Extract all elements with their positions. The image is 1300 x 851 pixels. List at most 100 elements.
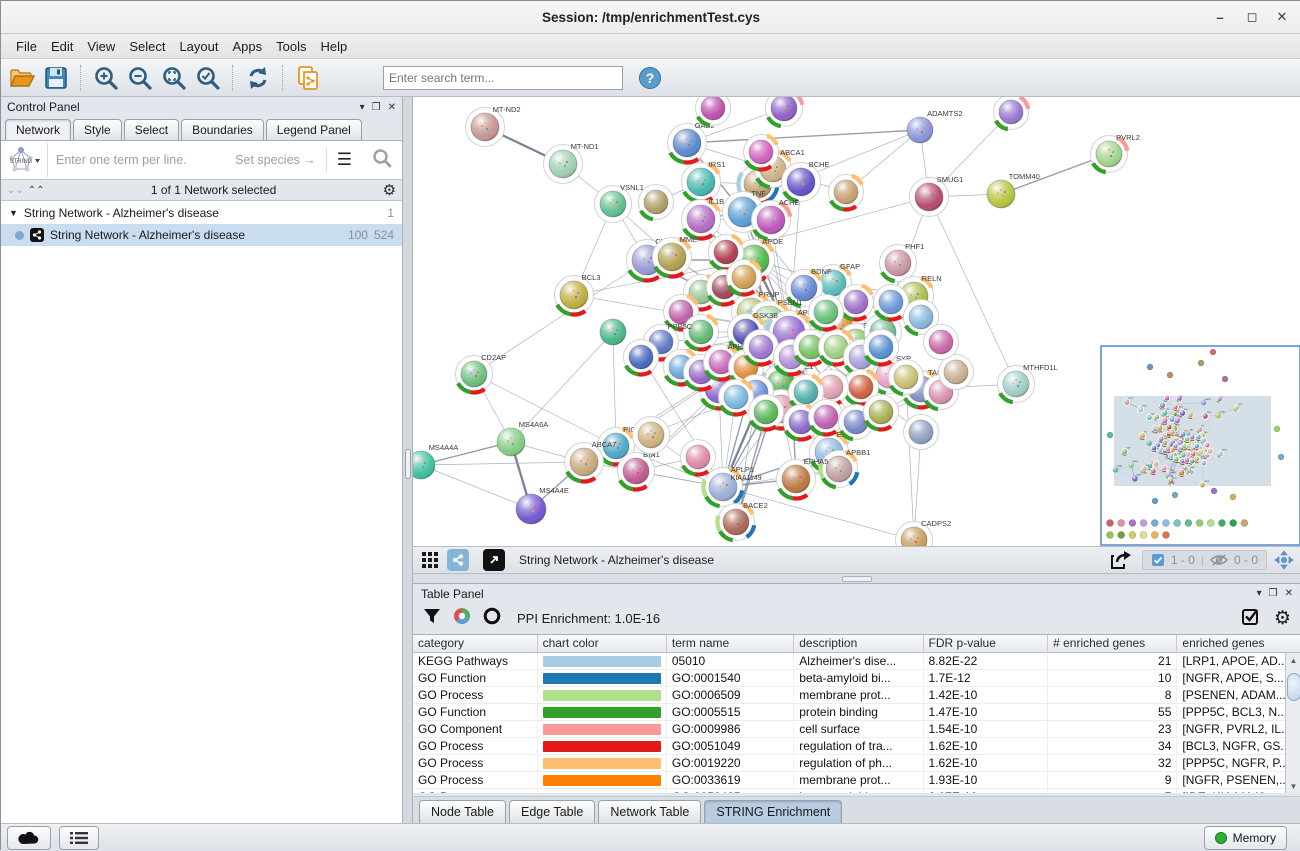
network-node[interactable] xyxy=(639,185,674,220)
zoom-fit-button[interactable] xyxy=(159,63,189,93)
scroll-down-icon[interactable]: ▼ xyxy=(1286,779,1300,793)
refresh-button[interactable] xyxy=(243,63,273,93)
table-row[interactable]: GO ProcessGO:0006509membrane prot...1.42… xyxy=(413,687,1300,704)
string-search-icon[interactable] xyxy=(362,148,402,173)
panel-undock-icon[interactable]: ❒ xyxy=(1269,588,1278,599)
maximize-button[interactable]: ◻ xyxy=(1243,9,1261,25)
search-input[interactable] xyxy=(383,66,623,90)
task-list-button[interactable] xyxy=(59,826,99,850)
string-menu-icon[interactable]: ☰ xyxy=(326,148,362,172)
zoom-selected-button[interactable] xyxy=(193,63,223,93)
collapse-all-icon[interactable]: ⌄⌄ xyxy=(7,185,24,196)
tab-boundaries[interactable]: Boundaries xyxy=(181,119,264,140)
network-node-adamts2[interactable]: ADAMTS2 xyxy=(907,109,963,143)
network-node-ms4a4e[interactable]: MS4A4E xyxy=(516,486,569,524)
column-header-chart-color[interactable]: chart color xyxy=(538,635,667,653)
panel-float-icon[interactable]: ▾ xyxy=(360,102,365,113)
network-node[interactable] xyxy=(766,97,803,127)
network-canvas[interactable]: MT-ND2MT-ND1VSNL1GAB2IRS1CHATABCA1BCHEIL… xyxy=(413,97,1300,546)
tab-string-enrichment[interactable]: STRING Enrichment xyxy=(704,800,842,823)
panel-float-icon[interactable]: ▾ xyxy=(1257,588,1262,599)
table-row[interactable]: GO ComponentGO:0009986cell surface1.54E-… xyxy=(413,721,1300,738)
network-node-vsnl1[interactable]: VSNL1 xyxy=(595,183,644,223)
network-node-ms4a6a[interactable]: MS4A6A xyxy=(497,420,548,456)
table-row[interactable]: GO ProcessGO:0051049regulation of tra...… xyxy=(413,738,1300,755)
network-node[interactable] xyxy=(696,97,731,126)
column-header-description[interactable]: description xyxy=(794,635,923,653)
menu-file[interactable]: File xyxy=(9,36,44,57)
network-node[interactable] xyxy=(829,175,864,210)
menu-apps[interactable]: Apps xyxy=(226,36,270,57)
tab-style[interactable]: Style xyxy=(73,119,122,140)
network-node-mthfd1l[interactable]: MTHFD1L xyxy=(998,363,1058,403)
table-scrollbar[interactable]: ▲ ▼ xyxy=(1285,653,1300,793)
grid-view-icon[interactable] xyxy=(419,549,441,571)
menu-view[interactable]: View xyxy=(80,36,122,57)
zoom-out-button[interactable] xyxy=(125,63,155,93)
export-network-icon[interactable] xyxy=(1106,549,1136,571)
network-node[interactable] xyxy=(904,415,939,450)
menu-tools[interactable]: Tools xyxy=(269,36,313,57)
column-header-enriched-genes[interactable]: enriched genes xyxy=(1177,635,1300,653)
tab-node-table[interactable]: Node Table xyxy=(419,800,506,823)
network-node-irs1[interactable]: IRS1 xyxy=(682,160,726,202)
network-node[interactable] xyxy=(924,325,959,360)
column-header-category[interactable]: category xyxy=(413,635,538,653)
network-node[interactable] xyxy=(864,395,899,430)
panel-undock-icon[interactable]: ❒ xyxy=(372,102,381,113)
string-term-input[interactable]: Enter one term per line. xyxy=(48,153,235,167)
horizontal-splitter[interactable] xyxy=(413,574,1300,583)
network-node-bche[interactable]: BCHE xyxy=(782,160,830,202)
network-collection-row[interactable]: ▼ String Network - Alzheimer's disease 1 xyxy=(1,202,402,224)
network-node-cadps2[interactable]: CADPS2 xyxy=(896,519,952,546)
network-node-mt-nd1[interactable]: MT-ND1 xyxy=(544,142,599,184)
clone-network-button[interactable] xyxy=(293,63,323,93)
string-share-icon[interactable] xyxy=(447,549,469,571)
save-session-button[interactable] xyxy=(41,63,71,93)
table-row[interactable]: GO FunctionGO:0005515protein binding1.47… xyxy=(413,704,1300,721)
memory-button[interactable]: Memory xyxy=(1204,826,1287,850)
column-header-fdr-p-value[interactable]: FDR p-value xyxy=(924,635,1049,653)
zoom-in-button[interactable] xyxy=(91,63,121,93)
column-header-term-name[interactable]: term name xyxy=(667,635,794,653)
close-button[interactable]: ✕ xyxy=(1273,9,1291,25)
network-node-pvrl2[interactable]: PVRL2 xyxy=(1091,133,1140,173)
tab-legend-panel[interactable]: Legend Panel xyxy=(266,119,362,140)
birds-eye-view[interactable] xyxy=(1101,346,1300,545)
minimize-button[interactable]: – xyxy=(1211,9,1229,25)
string-logo[interactable]: STRING xyxy=(1,143,48,177)
network-node-phf1[interactable]: PHF1 xyxy=(880,242,925,282)
network-node-bace2[interactable]: BACE2 xyxy=(718,501,768,541)
open-in-string-icon[interactable] xyxy=(483,549,505,571)
network-node[interactable] xyxy=(600,319,626,345)
table-row[interactable]: GO ProcessGO:0050435beta-amyloid m...2.0… xyxy=(413,789,1300,793)
table-row[interactable]: KEGG Pathways05010Alzheimer's dise...8.8… xyxy=(413,653,1300,670)
filter-icon[interactable] xyxy=(423,607,441,630)
collection-caret-icon[interactable]: ▼ xyxy=(9,208,18,218)
menu-help[interactable]: Help xyxy=(314,36,355,57)
panel-close-icon[interactable]: ✕ xyxy=(388,102,396,113)
network-node[interactable] xyxy=(624,340,659,375)
network-node[interactable] xyxy=(809,400,844,435)
network-node-bcl3[interactable]: BCL3 xyxy=(555,273,601,315)
panel-splitter-handle[interactable] xyxy=(405,449,411,479)
network-node-apbb1[interactable]: APBB1 xyxy=(821,448,871,488)
network-node[interactable] xyxy=(633,417,670,454)
network-node[interactable] xyxy=(744,135,779,170)
menu-select[interactable]: Select xyxy=(122,36,172,57)
network-node-ache[interactable]: ACHE xyxy=(752,198,800,240)
network-node[interactable] xyxy=(809,295,844,330)
network-node-tomm40[interactable]: TOMM40 xyxy=(987,172,1040,208)
network-node[interactable] xyxy=(681,440,716,475)
settings-gear-icon[interactable]: ⚙ xyxy=(1274,607,1291,630)
network-node[interactable] xyxy=(749,395,784,430)
network-node[interactable] xyxy=(864,330,899,365)
expand-all-icon[interactable]: ⌃⌃ xyxy=(28,185,45,196)
automation-cloud-button[interactable] xyxy=(7,826,51,850)
tab-select[interactable]: Select xyxy=(124,119,179,140)
tab-network-table[interactable]: Network Table xyxy=(598,800,701,823)
open-session-button[interactable] xyxy=(7,63,37,93)
column-header--enriched-genes[interactable]: # enriched genes xyxy=(1048,635,1177,653)
tab-network[interactable]: Network xyxy=(5,119,71,140)
network-options-gear-icon[interactable]: ⚙ xyxy=(383,181,396,199)
